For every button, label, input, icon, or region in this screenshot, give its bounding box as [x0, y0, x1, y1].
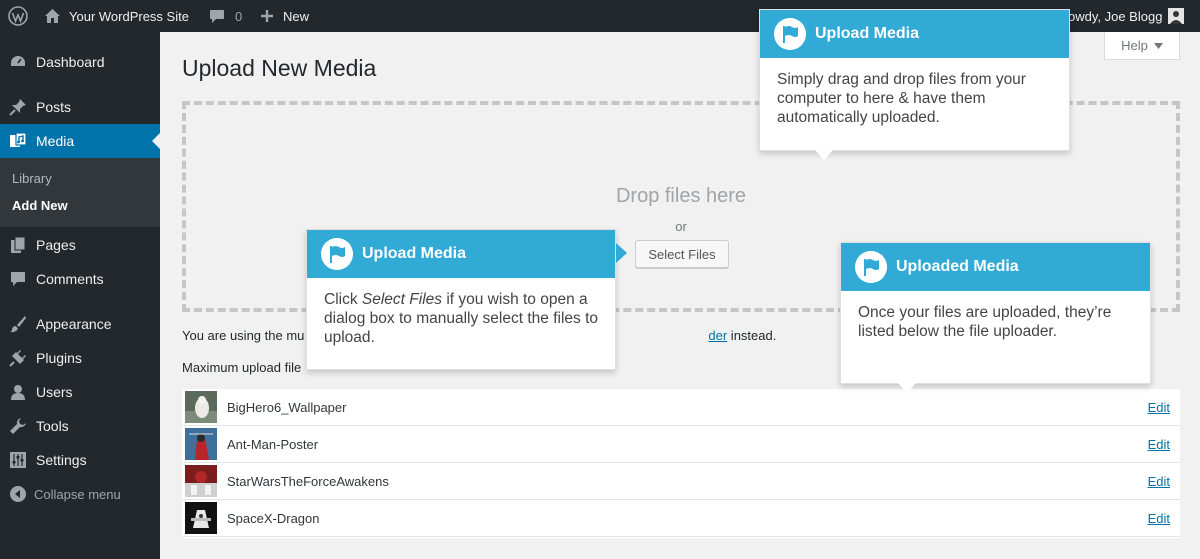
wordpress-logo-icon[interactable] [8, 0, 28, 32]
dashboard-icon [11, 56, 25, 66]
media-filename: SpaceX-Dragon [227, 511, 320, 526]
media-icon [10, 132, 27, 147]
pointer-title: Upload Media [362, 245, 467, 262]
media-submenu: Library Add New [0, 158, 160, 227]
menu-posts[interactable]: Posts [0, 90, 160, 124]
pointer-arrow [898, 383, 916, 393]
media-thumbnail [185, 502, 217, 534]
menu-comments[interactable]: Comments [0, 262, 160, 296]
pointer-arrow [815, 150, 833, 160]
menu-appearance-label: Appearance [36, 316, 112, 332]
media-item: SpaceX-Dragon Edit [182, 500, 1180, 537]
site-name-link[interactable]: Your WordPress Site [44, 0, 189, 32]
avatar [1168, 8, 1185, 24]
menu-comments-label: Comments [36, 271, 104, 287]
menu-plugins-label: Plugins [36, 350, 82, 366]
menu-tools[interactable]: Tools [0, 409, 160, 443]
media-edit-link[interactable]: Edit [1148, 437, 1170, 452]
paintbrush-icon [10, 316, 26, 333]
flag-icon [774, 18, 806, 50]
menu-pages[interactable]: Pages [0, 228, 160, 262]
comments-link[interactable]: 0 [209, 0, 242, 32]
new-content-link[interactable]: New [260, 0, 309, 32]
howdy-text: owdy, Joe Blogg [1068, 8, 1163, 24]
menu-media-label: Media [36, 133, 75, 149]
menu-tools-label: Tools [36, 418, 69, 434]
menu-media[interactable]: Media [0, 124, 160, 158]
pointer-arrow [616, 243, 627, 263]
new-label: New [283, 8, 310, 24]
home-icon [45, 9, 60, 23]
pointer-header: Uploaded Media [841, 243, 1150, 291]
collapse-menu-button[interactable]: Collapse menu [0, 477, 160, 511]
admin-sidebar: Dashboard Posts Media Library Add New Pa… [0, 32, 160, 559]
media-thumbnail [185, 391, 217, 423]
collapse-arrow-icon [10, 486, 26, 502]
media-item: Ant-Man-Poster Edit [182, 426, 1180, 463]
media-filename: BigHero6_Wallpaper [227, 400, 347, 415]
pointer-header: Upload Media [760, 10, 1069, 58]
menu-dashboard-label: Dashboard [36, 54, 105, 70]
help-label: Help [1121, 38, 1148, 53]
help-tab-button[interactable]: Help [1104, 32, 1180, 60]
menu-posts-label: Posts [36, 99, 72, 115]
plug-icon [9, 350, 26, 367]
drop-files-text: Drop files here [615, 185, 747, 207]
media-item: BigHero6_Wallpaper Edit [182, 389, 1180, 426]
user-icon [11, 385, 25, 400]
pointer-body: Once your files are uploaded, they’re li… [858, 304, 1112, 340]
pointer-title: Upload Media [815, 25, 920, 42]
menu-users[interactable]: Users [0, 375, 160, 409]
current-menu-arrow [152, 133, 160, 149]
pointer-body: Click Select Files if you wish to open a… [324, 290, 601, 347]
uploader-note-suffix: instead. [727, 328, 777, 343]
pointer-title: Uploaded Media [896, 258, 1019, 275]
max-upload-size: Maximum upload file [182, 360, 302, 375]
pointer-body: Simply drag and drop files from your com… [777, 71, 1026, 126]
media-edit-link[interactable]: Edit [1148, 400, 1170, 415]
submenu-library[interactable]: Library [12, 171, 52, 186]
comments-count: 0 [235, 8, 243, 24]
media-filename: StarWarsTheForceAwakens [227, 474, 389, 489]
pointer-body-pre: Click [324, 291, 362, 308]
browser-uploader-link[interactable]: der [708, 328, 727, 343]
menu-settings-label: Settings [36, 452, 87, 468]
media-edit-link[interactable]: Edit [1148, 474, 1170, 489]
menu-settings[interactable]: Settings [0, 443, 160, 477]
site-name-label: Your WordPress Site [69, 8, 189, 24]
media-item: StarWarsTheForceAwakens Edit [182, 463, 1180, 500]
pages-icon [11, 236, 26, 253]
flag-icon [855, 251, 887, 283]
plus-icon [261, 10, 273, 22]
caret-down-icon [1153, 42, 1163, 49]
comment-icon [11, 272, 25, 286]
upload-media-pointer-top: Upload Media Simply drag and drop files … [759, 9, 1070, 160]
media-items-list: BigHero6_Wallpaper Edit Ant-Man-Poster E… [182, 389, 1180, 538]
menu-dashboard[interactable]: Dashboard [0, 45, 160, 79]
media-filename: Ant-Man-Poster [227, 437, 319, 452]
uploaded-media-pointer: Uploaded Media Once your files are uploa… [840, 242, 1151, 393]
menu-plugins[interactable]: Plugins [0, 341, 160, 375]
pointer-header: Upload Media [307, 230, 615, 278]
upload-media-pointer-left: Upload Media Click Select Files if you w… [306, 229, 627, 370]
page-title: Upload New Media [182, 55, 377, 81]
my-account-link[interactable]: owdy, Joe Blogg [1068, 0, 1185, 32]
comment-bubble-icon [210, 9, 224, 23]
media-edit-link[interactable]: Edit [1148, 511, 1170, 526]
pushpin-icon [9, 99, 26, 116]
menu-pages-label: Pages [36, 237, 76, 253]
wrench-icon [10, 418, 26, 434]
menu-users-label: Users [36, 384, 73, 400]
uploader-note-prefix: You are using the mu [182, 328, 305, 343]
settings-sliders-icon [10, 452, 26, 468]
media-thumbnail [185, 428, 217, 460]
collapse-menu-label: Collapse menu [34, 486, 121, 502]
submenu-add-new[interactable]: Add New [12, 198, 68, 213]
menu-appearance[interactable]: Appearance [0, 307, 160, 341]
flag-icon [321, 238, 353, 270]
pointer-body-emphasis: Select Files [361, 291, 443, 308]
select-files-button[interactable]: Select Files [635, 240, 729, 268]
media-thumbnail [185, 465, 217, 497]
